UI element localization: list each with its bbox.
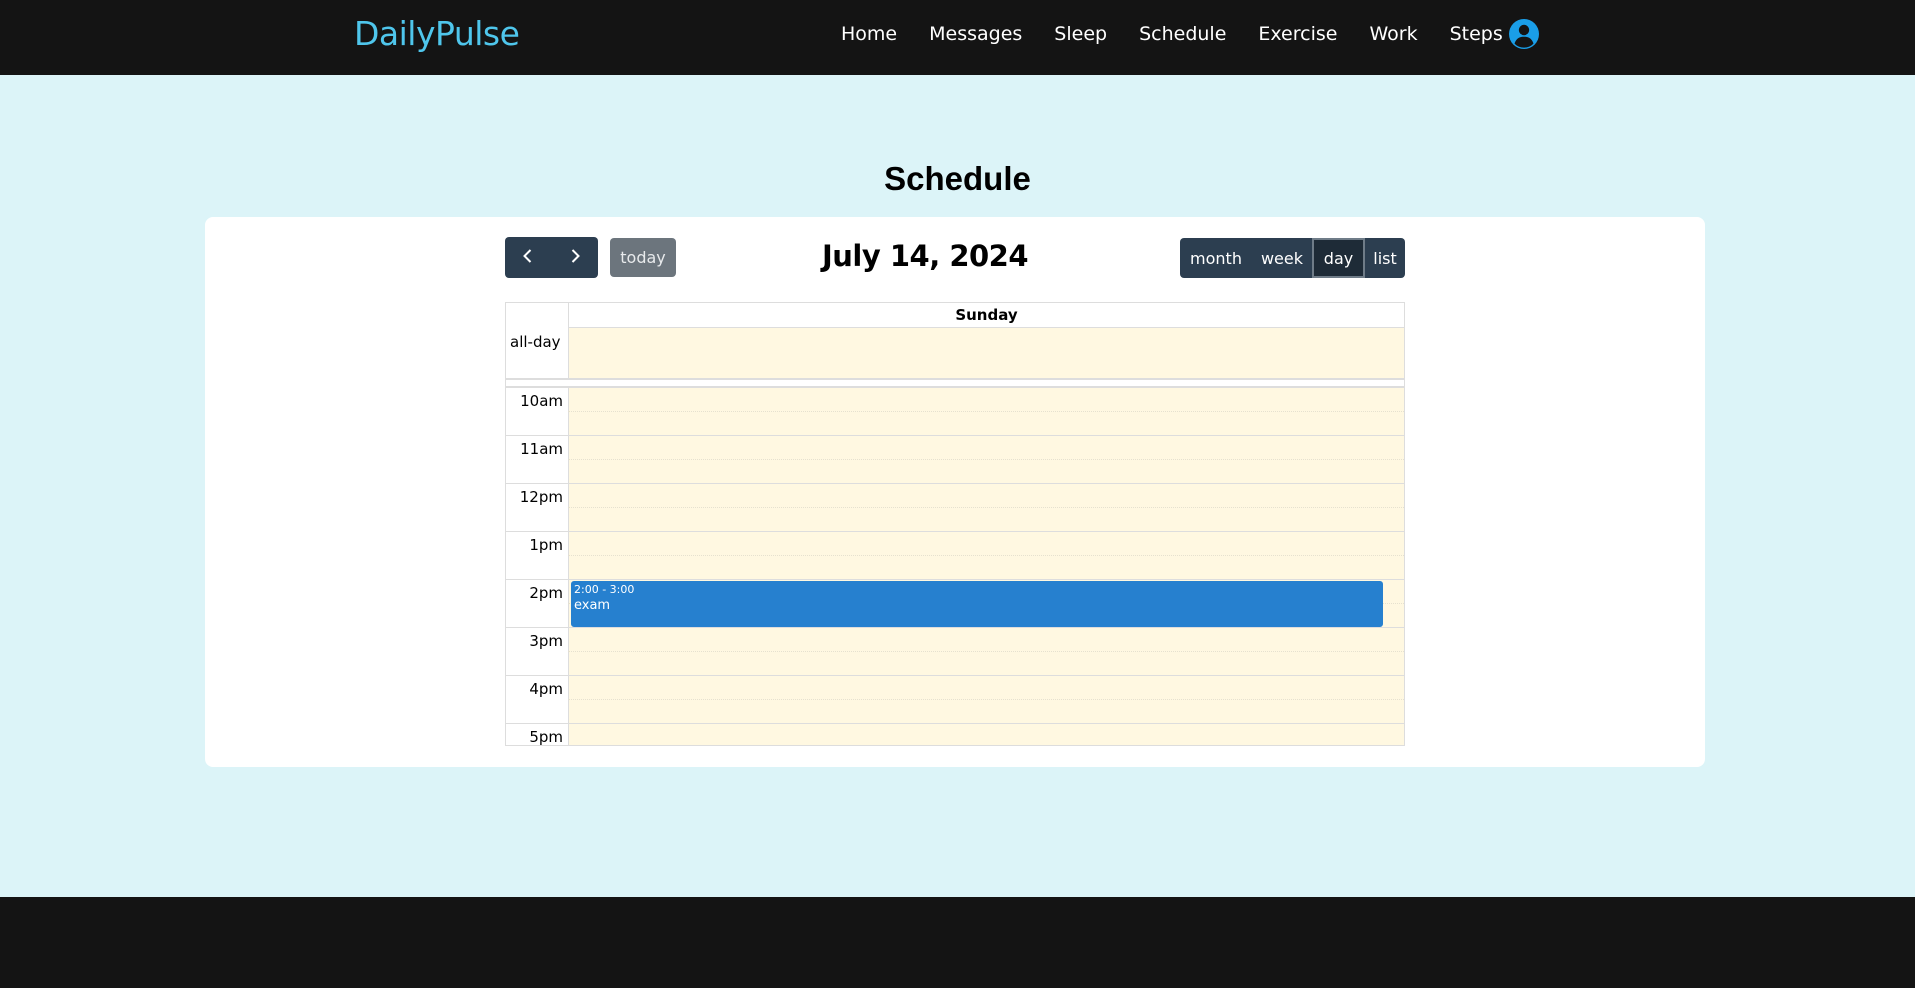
hour-slot[interactable] (506, 723, 1404, 745)
page-footer (0, 897, 1915, 988)
hour-label-11am: 11am (520, 440, 563, 458)
hour-label-12pm: 12pm (519, 488, 563, 506)
today-button[interactable]: today (610, 238, 676, 277)
half-hour-line (568, 459, 1404, 460)
half-hour-line (568, 699, 1404, 700)
view-switcher: month week day list (1180, 238, 1405, 278)
view-week-button[interactable]: week (1252, 238, 1312, 278)
nav-sleep[interactable]: Sleep (1054, 23, 1107, 45)
nav-messages[interactable]: Messages (929, 23, 1022, 45)
main-nav: Home Messages Sleep Schedule Exercise Wo… (841, 23, 1535, 45)
day-grid: Sunday all-day 10am 11am 12pm 1pm 2pm 3p… (505, 302, 1405, 746)
allday-divider (506, 378, 1404, 387)
event-title: exam (574, 598, 611, 613)
allday-slot[interactable] (568, 328, 1404, 378)
next-button[interactable] (551, 237, 598, 278)
view-day-button[interactable]: day (1312, 238, 1365, 278)
half-hour-line (568, 651, 1404, 652)
hour-label-10am: 10am (520, 392, 563, 410)
hour-label-5pm: 5pm (529, 728, 563, 746)
view-list-button[interactable]: list (1365, 238, 1405, 278)
view-month-button[interactable]: month (1180, 238, 1252, 278)
page-title: Schedule (884, 160, 1031, 197)
allday-label: all-day (510, 333, 561, 351)
hour-label-1pm: 1pm (529, 536, 563, 554)
nav-steps[interactable]: Steps (1450, 23, 1503, 45)
half-hour-line (568, 555, 1404, 556)
calendar-date-title: July 14, 2024 (821, 239, 1029, 273)
brand-logo[interactable]: DailyPulse (354, 14, 520, 53)
prev-button[interactable] (505, 237, 551, 278)
half-hour-line (568, 507, 1404, 508)
nav-work[interactable]: Work (1369, 23, 1417, 45)
nav-schedule[interactable]: Schedule (1139, 23, 1226, 45)
user-circle-icon[interactable] (1508, 18, 1540, 50)
hour-label-4pm: 4pm (529, 680, 563, 698)
nav-home[interactable]: Home (841, 23, 897, 45)
event-time: 2:00 - 3:00 (574, 583, 635, 596)
chevron-left-icon (523, 248, 532, 263)
half-hour-line (568, 411, 1404, 412)
chevron-right-icon (571, 248, 580, 263)
nav-exercise[interactable]: Exercise (1258, 23, 1337, 45)
day-column-header: Sunday (568, 303, 1404, 328)
hour-label-3pm: 3pm (529, 632, 563, 650)
calendar-event[interactable]: 2:00 - 3:00 exam (571, 581, 1383, 627)
hour-label-2pm: 2pm (529, 584, 563, 602)
top-navbar: DailyPulse Home Messages Sleep Schedule … (0, 0, 1915, 75)
